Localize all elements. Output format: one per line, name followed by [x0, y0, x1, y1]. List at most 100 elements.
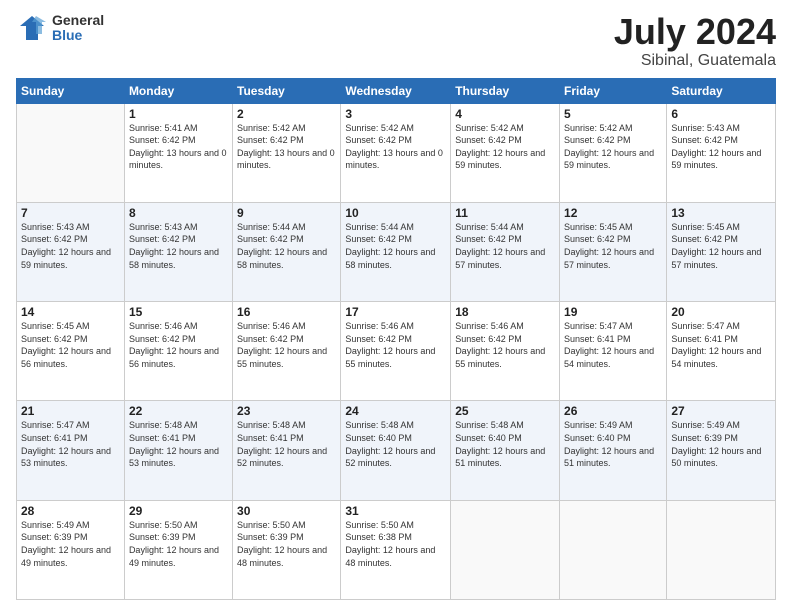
- table-row: 1 Sunrise: 5:41 AMSunset: 6:42 PMDayligh…: [124, 103, 232, 202]
- col-tuesday: Tuesday: [233, 78, 341, 103]
- calendar-page: General Blue July 2024 Sibinal, Guatemal…: [0, 0, 792, 612]
- day-number: 15: [129, 305, 228, 319]
- day-detail: Sunrise: 5:49 AMSunset: 6:40 PMDaylight:…: [564, 420, 654, 468]
- day-number: 27: [671, 404, 771, 418]
- col-wednesday: Wednesday: [341, 78, 451, 103]
- calendar-week-row: 21 Sunrise: 5:47 AMSunset: 6:41 PMDaylig…: [17, 401, 776, 500]
- day-detail: Sunrise: 5:45 AMSunset: 6:42 PMDaylight:…: [671, 222, 761, 270]
- calendar-week-row: 1 Sunrise: 5:41 AMSunset: 6:42 PMDayligh…: [17, 103, 776, 202]
- col-friday: Friday: [560, 78, 667, 103]
- calendar-location: Sibinal, Guatemala: [614, 52, 776, 70]
- day-number: 12: [564, 206, 662, 220]
- title-block: July 2024 Sibinal, Guatemala: [614, 12, 776, 70]
- table-row: 15 Sunrise: 5:46 AMSunset: 6:42 PMDaylig…: [124, 302, 232, 401]
- day-detail: Sunrise: 5:41 AMSunset: 6:42 PMDaylight:…: [129, 123, 227, 171]
- day-detail: Sunrise: 5:48 AMSunset: 6:41 PMDaylight:…: [237, 420, 327, 468]
- day-detail: Sunrise: 5:44 AMSunset: 6:42 PMDaylight:…: [237, 222, 327, 270]
- day-detail: Sunrise: 5:47 AMSunset: 6:41 PMDaylight:…: [21, 420, 111, 468]
- logo-blue-text: Blue: [52, 28, 104, 43]
- day-detail: Sunrise: 5:50 AMSunset: 6:39 PMDaylight:…: [237, 520, 327, 568]
- day-number: 4: [455, 107, 555, 121]
- day-number: 10: [345, 206, 446, 220]
- table-row: 2 Sunrise: 5:42 AMSunset: 6:42 PMDayligh…: [233, 103, 341, 202]
- table-row: [560, 500, 667, 599]
- day-detail: Sunrise: 5:43 AMSunset: 6:42 PMDaylight:…: [671, 123, 761, 171]
- table-row: 5 Sunrise: 5:42 AMSunset: 6:42 PMDayligh…: [560, 103, 667, 202]
- calendar-header-row: Sunday Monday Tuesday Wednesday Thursday…: [17, 78, 776, 103]
- day-detail: Sunrise: 5:46 AMSunset: 6:42 PMDaylight:…: [237, 321, 327, 369]
- table-row: 16 Sunrise: 5:46 AMSunset: 6:42 PMDaylig…: [233, 302, 341, 401]
- table-row: 31 Sunrise: 5:50 AMSunset: 6:38 PMDaylig…: [341, 500, 451, 599]
- day-number: 6: [671, 107, 771, 121]
- table-row: 7 Sunrise: 5:43 AMSunset: 6:42 PMDayligh…: [17, 202, 125, 301]
- day-detail: Sunrise: 5:46 AMSunset: 6:42 PMDaylight:…: [345, 321, 435, 369]
- day-number: 30: [237, 504, 336, 518]
- day-number: 22: [129, 404, 228, 418]
- day-number: 24: [345, 404, 446, 418]
- header: General Blue July 2024 Sibinal, Guatemal…: [16, 12, 776, 70]
- day-number: 31: [345, 504, 446, 518]
- calendar-table: Sunday Monday Tuesday Wednesday Thursday…: [16, 78, 776, 600]
- day-detail: Sunrise: 5:50 AMSunset: 6:38 PMDaylight:…: [345, 520, 435, 568]
- day-number: 19: [564, 305, 662, 319]
- table-row: 8 Sunrise: 5:43 AMSunset: 6:42 PMDayligh…: [124, 202, 232, 301]
- day-number: 20: [671, 305, 771, 319]
- day-detail: Sunrise: 5:48 AMSunset: 6:41 PMDaylight:…: [129, 420, 219, 468]
- day-detail: Sunrise: 5:45 AMSunset: 6:42 PMDaylight:…: [564, 222, 654, 270]
- day-detail: Sunrise: 5:43 AMSunset: 6:42 PMDaylight:…: [21, 222, 111, 270]
- table-row: 26 Sunrise: 5:49 AMSunset: 6:40 PMDaylig…: [560, 401, 667, 500]
- calendar-title: July 2024: [614, 12, 776, 52]
- day-detail: Sunrise: 5:42 AMSunset: 6:42 PMDaylight:…: [237, 123, 335, 171]
- day-detail: Sunrise: 5:48 AMSunset: 6:40 PMDaylight:…: [345, 420, 435, 468]
- day-number: 8: [129, 206, 228, 220]
- table-row: [667, 500, 776, 599]
- logo: General Blue: [16, 12, 104, 44]
- table-row: 27 Sunrise: 5:49 AMSunset: 6:39 PMDaylig…: [667, 401, 776, 500]
- day-number: 28: [21, 504, 120, 518]
- day-number: 16: [237, 305, 336, 319]
- day-detail: Sunrise: 5:46 AMSunset: 6:42 PMDaylight:…: [455, 321, 545, 369]
- table-row: 3 Sunrise: 5:42 AMSunset: 6:42 PMDayligh…: [341, 103, 451, 202]
- table-row: 30 Sunrise: 5:50 AMSunset: 6:39 PMDaylig…: [233, 500, 341, 599]
- day-detail: Sunrise: 5:47 AMSunset: 6:41 PMDaylight:…: [671, 321, 761, 369]
- calendar-week-row: 28 Sunrise: 5:49 AMSunset: 6:39 PMDaylig…: [17, 500, 776, 599]
- table-row: 13 Sunrise: 5:45 AMSunset: 6:42 PMDaylig…: [667, 202, 776, 301]
- table-row: [451, 500, 560, 599]
- day-number: 2: [237, 107, 336, 121]
- day-detail: Sunrise: 5:47 AMSunset: 6:41 PMDaylight:…: [564, 321, 654, 369]
- day-number: 29: [129, 504, 228, 518]
- calendar-week-row: 7 Sunrise: 5:43 AMSunset: 6:42 PMDayligh…: [17, 202, 776, 301]
- day-number: 5: [564, 107, 662, 121]
- day-number: 21: [21, 404, 120, 418]
- day-number: 25: [455, 404, 555, 418]
- day-number: 1: [129, 107, 228, 121]
- day-number: 3: [345, 107, 446, 121]
- day-number: 14: [21, 305, 120, 319]
- table-row: 12 Sunrise: 5:45 AMSunset: 6:42 PMDaylig…: [560, 202, 667, 301]
- day-number: 11: [455, 206, 555, 220]
- day-detail: Sunrise: 5:44 AMSunset: 6:42 PMDaylight:…: [345, 222, 435, 270]
- table-row: 17 Sunrise: 5:46 AMSunset: 6:42 PMDaylig…: [341, 302, 451, 401]
- table-row: 11 Sunrise: 5:44 AMSunset: 6:42 PMDaylig…: [451, 202, 560, 301]
- day-detail: Sunrise: 5:42 AMSunset: 6:42 PMDaylight:…: [455, 123, 545, 171]
- table-row: 19 Sunrise: 5:47 AMSunset: 6:41 PMDaylig…: [560, 302, 667, 401]
- day-detail: Sunrise: 5:46 AMSunset: 6:42 PMDaylight:…: [129, 321, 219, 369]
- table-row: 10 Sunrise: 5:44 AMSunset: 6:42 PMDaylig…: [341, 202, 451, 301]
- day-detail: Sunrise: 5:42 AMSunset: 6:42 PMDaylight:…: [564, 123, 654, 171]
- col-thursday: Thursday: [451, 78, 560, 103]
- table-row: 23 Sunrise: 5:48 AMSunset: 6:41 PMDaylig…: [233, 401, 341, 500]
- table-row: 9 Sunrise: 5:44 AMSunset: 6:42 PMDayligh…: [233, 202, 341, 301]
- day-number: 23: [237, 404, 336, 418]
- col-saturday: Saturday: [667, 78, 776, 103]
- day-detail: Sunrise: 5:43 AMSunset: 6:42 PMDaylight:…: [129, 222, 219, 270]
- logo-text: General Blue: [52, 13, 104, 44]
- day-detail: Sunrise: 5:45 AMSunset: 6:42 PMDaylight:…: [21, 321, 111, 369]
- day-detail: Sunrise: 5:44 AMSunset: 6:42 PMDaylight:…: [455, 222, 545, 270]
- day-number: 17: [345, 305, 446, 319]
- table-row: [17, 103, 125, 202]
- day-number: 9: [237, 206, 336, 220]
- logo-general-text: General: [52, 13, 104, 28]
- day-number: 7: [21, 206, 120, 220]
- table-row: 24 Sunrise: 5:48 AMSunset: 6:40 PMDaylig…: [341, 401, 451, 500]
- day-number: 18: [455, 305, 555, 319]
